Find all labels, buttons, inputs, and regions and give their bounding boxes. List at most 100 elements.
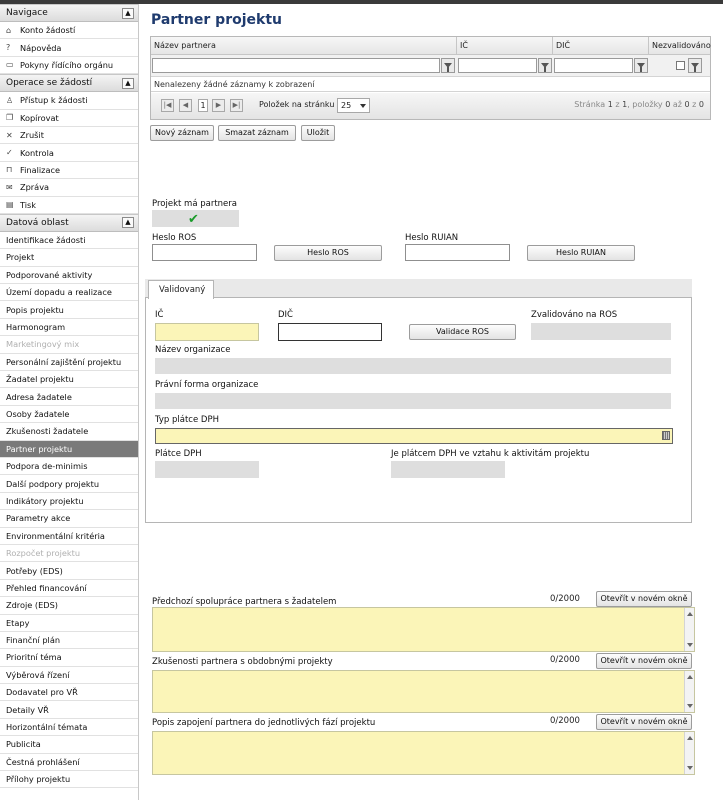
sidebar-item[interactable]: Indikátory projektu: [0, 493, 138, 511]
sidebar-item-label: Finalizace: [20, 164, 60, 175]
tab-validovany[interactable]: Validovaný: [148, 280, 214, 299]
sidebar-item[interactable]: Identifikace žádosti: [0, 232, 138, 250]
textarea-3-scrollbar[interactable]: [684, 732, 694, 774]
heslo-ros-input[interactable]: [152, 244, 257, 261]
sidebar-item[interactable]: ❐ Kopírovat: [0, 110, 138, 127]
sidebar-item[interactable]: Parametry akce: [0, 510, 138, 528]
per-page-select[interactable]: 25: [337, 98, 370, 113]
sidebar-item[interactable]: Adresa žadatele: [0, 388, 138, 406]
sidebar-item[interactable]: Podporované aktivity: [0, 267, 138, 285]
last-page-button[interactable]: ▶|: [230, 99, 243, 112]
sidebar-item[interactable]: ⌂ Konto žádostí: [0, 22, 138, 40]
sidebar-item[interactable]: Horizontální témata: [0, 719, 138, 737]
sidebar-item[interactable]: ✕ Zrušit: [0, 127, 138, 145]
heslo-ruian-button[interactable]: Heslo RUIAN: [527, 245, 635, 261]
filter-name-button[interactable]: [441, 58, 455, 73]
pager-page-current: 1: [607, 100, 613, 109]
sidebar-item[interactable]: Zkušenosti žadatele: [0, 423, 138, 441]
sidebar-item[interactable]: Další podpory projektu: [0, 475, 138, 493]
column-header-ic[interactable]: IČ: [457, 37, 553, 55]
sidebar-item[interactable]: ▤ Tisk: [0, 197, 138, 214]
sidebar-item[interactable]: Partner projektu: [0, 440, 138, 458]
sidebar-item[interactable]: ✉ Zpráva: [0, 179, 138, 197]
scroll-up-icon[interactable]: [687, 675, 693, 679]
first-page-button[interactable]: |◀: [161, 99, 174, 112]
dic-input[interactable]: [278, 323, 382, 341]
sidebar-item[interactable]: ♙ Přístup k žádosti: [0, 92, 138, 110]
column-header-nevalidovano[interactable]: Nezvalidováno: [649, 37, 711, 55]
heslo-ros-button[interactable]: Heslo ROS: [274, 245, 382, 261]
sidebar-item[interactable]: Harmonogram: [0, 319, 138, 337]
sidebar-item-label: Přehled financování: [6, 582, 87, 593]
heslo-ruian-input[interactable]: [405, 244, 510, 261]
scroll-down-icon[interactable]: [687, 766, 693, 770]
new-record-button[interactable]: Nový záznam: [150, 125, 214, 141]
ic-input[interactable]: [155, 323, 259, 341]
sidebar-item[interactable]: ✓ Kontrola: [0, 144, 138, 162]
sidebar-section-header[interactable]: Operace se žádostí ▲: [0, 74, 138, 93]
prev-page-button[interactable]: ◀: [179, 99, 192, 112]
textarea-3[interactable]: [152, 731, 695, 775]
sidebar-item[interactable]: Výběrová řízení: [0, 667, 138, 685]
collapse-icon[interactable]: ▲: [122, 7, 134, 19]
filter-ic-button[interactable]: [538, 58, 552, 73]
sidebar-item-label: Harmonogram: [6, 322, 66, 333]
sidebar-item[interactable]: Detaily VŘ: [0, 701, 138, 719]
scroll-down-icon[interactable]: [687, 704, 693, 708]
sidebar-item-label: Území dopadu a realizace: [6, 287, 112, 298]
sidebar-item[interactable]: Finanční plán: [0, 632, 138, 650]
dropdown-icon[interactable]: [662, 431, 670, 440]
sidebar-item[interactable]: Potřeby (EDS): [0, 562, 138, 580]
textarea-2-open-button[interactable]: Otevřít v novém okně: [596, 653, 692, 669]
scroll-up-icon[interactable]: [687, 736, 693, 740]
textarea-1[interactable]: [152, 607, 695, 652]
sidebar-item[interactable]: Žadatel projektu: [0, 371, 138, 389]
sidebar-section-header[interactable]: Navigace ▲: [0, 4, 138, 22]
textarea-2[interactable]: [152, 670, 695, 713]
sidebar-section-header[interactable]: Datová oblast ▲: [0, 213, 138, 232]
sidebar-item[interactable]: Dodavatel pro VŘ: [0, 684, 138, 702]
sidebar-item[interactable]: ⊓ Finalizace: [0, 162, 138, 180]
filter-dic-button[interactable]: [634, 58, 648, 73]
filter-name-input[interactable]: [152, 58, 440, 73]
sidebar-item[interactable]: Environmentální kritéria: [0, 528, 138, 545]
sidebar-item[interactable]: Přehled financování: [0, 580, 138, 598]
textarea-1-open-button[interactable]: Otevřít v novém okně: [596, 591, 692, 607]
delete-record-button[interactable]: Smazat záznam: [218, 125, 296, 141]
sidebar-item[interactable]: Popis projektu: [0, 301, 138, 319]
filter-nevalidovano-checkbox[interactable]: [676, 61, 685, 70]
next-page-button[interactable]: ▶: [212, 99, 225, 112]
copy-icon: ❐: [6, 113, 14, 123]
sidebar-item[interactable]: Personální zajištění projektu: [0, 354, 138, 372]
sidebar-item[interactable]: Čestná prohlášení: [0, 754, 138, 772]
scroll-up-icon[interactable]: [687, 612, 693, 616]
sidebar-item[interactable]: Přílohy projektu: [0, 771, 138, 789]
sidebar-item[interactable]: Území dopadu a realizace: [0, 284, 138, 302]
textarea-1-scrollbar[interactable]: [684, 608, 694, 651]
column-header-dic[interactable]: DIČ: [553, 37, 649, 55]
sidebar-item[interactable]: Prioritní téma: [0, 649, 138, 667]
sidebar-item[interactable]: Osoby žadatele: [0, 406, 138, 424]
validate-ros-button[interactable]: Validace ROS: [409, 324, 516, 340]
filter-nevalidovano-button[interactable]: [688, 58, 702, 73]
sidebar-item[interactable]: Podpora de-minimis: [0, 458, 138, 476]
pager-item-total: 0: [698, 100, 704, 109]
column-header-name[interactable]: Název partnera: [151, 37, 457, 55]
filter-dic-input[interactable]: [554, 58, 633, 73]
filter-ic-input[interactable]: [458, 58, 537, 73]
sidebar-item[interactable]: ▭ Pokyny řídícího orgánu: [0, 57, 138, 75]
sidebar-item[interactable]: Zdroje (EDS): [0, 597, 138, 615]
textarea-3-open-button[interactable]: Otevřít v novém okně: [596, 714, 692, 730]
collapse-icon[interactable]: ▲: [122, 77, 134, 89]
pager-item-to: 0: [684, 100, 690, 109]
sidebar-item[interactable]: Projekt: [0, 249, 138, 267]
scroll-down-icon[interactable]: [687, 643, 693, 647]
vat-type-select[interactable]: [155, 428, 673, 444]
sidebar-item[interactable]: Publicita: [0, 736, 138, 754]
page-number[interactable]: 1: [198, 99, 208, 112]
sidebar-item[interactable]: ? Nápověda: [0, 39, 138, 57]
textarea-2-scrollbar[interactable]: [684, 671, 694, 712]
collapse-icon[interactable]: ▲: [122, 217, 134, 229]
sidebar-item[interactable]: Etapy: [0, 615, 138, 632]
save-button[interactable]: Uložit: [301, 125, 335, 141]
